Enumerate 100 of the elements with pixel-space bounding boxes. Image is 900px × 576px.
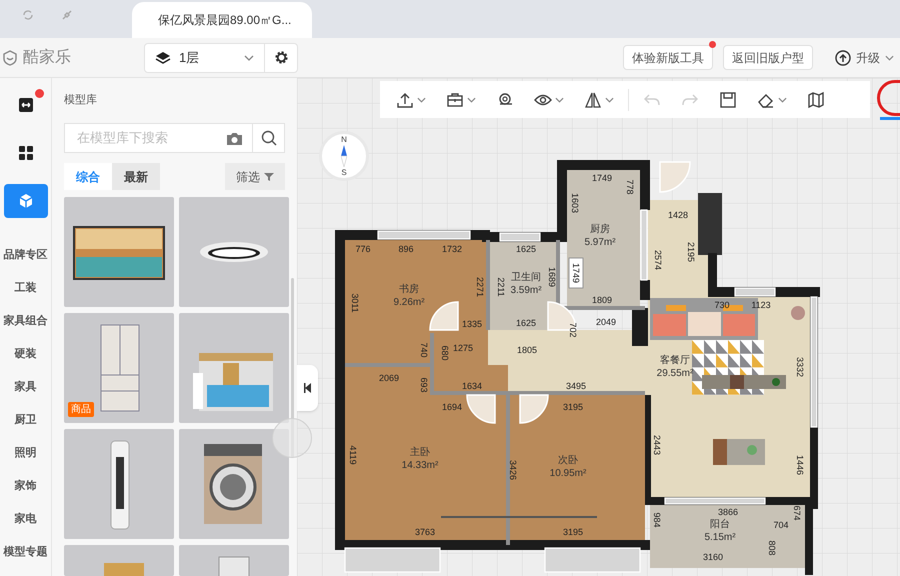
room-floor[interactable] bbox=[508, 395, 645, 542]
category-item[interactable]: 照明 bbox=[14, 443, 36, 463]
room-name: 次卧 bbox=[558, 455, 578, 466]
compass-needle-icon bbox=[341, 145, 347, 167]
window bbox=[640, 209, 648, 281]
product-tile[interactable] bbox=[64, 197, 174, 307]
product-tile[interactable] bbox=[179, 197, 289, 307]
filter-icon bbox=[264, 172, 274, 182]
dimension-label: 1275 bbox=[452, 343, 474, 353]
dimension-label: 1625 bbox=[516, 318, 536, 328]
dimension-label: 1335 bbox=[462, 319, 482, 329]
dimension-label: 2069 bbox=[378, 373, 400, 383]
dimension-label: 776 bbox=[355, 244, 371, 254]
dimension-label: 3160 bbox=[702, 552, 724, 562]
product-tile[interactable] bbox=[179, 313, 289, 423]
category-item[interactable]: 品牌专区 bbox=[4, 245, 48, 265]
product-tile[interactable] bbox=[179, 429, 289, 539]
category-item[interactable]: 工装 bbox=[14, 278, 36, 298]
category-item[interactable]: 硬装 bbox=[14, 344, 36, 364]
dimension-label: 1603 bbox=[570, 192, 580, 214]
category-item[interactable]: 家饰 bbox=[14, 476, 36, 496]
dimension-label: 3763 bbox=[414, 527, 436, 537]
product-tile[interactable] bbox=[64, 545, 174, 576]
door-swing bbox=[466, 394, 496, 424]
category-item[interactable]: 家具组合 bbox=[4, 311, 48, 331]
room-floor[interactable] bbox=[345, 365, 508, 542]
upgrade-menu[interactable]: 升级 bbox=[835, 48, 894, 66]
header-button[interactable]: 体验新版工具 bbox=[623, 45, 713, 70]
caret-icon bbox=[605, 96, 614, 102]
camera-icon[interactable] bbox=[226, 132, 243, 146]
dimension-label: 674 bbox=[792, 505, 802, 521]
caret-icon bbox=[244, 54, 254, 60]
dimension-label: 1805 bbox=[516, 345, 538, 355]
dimension-label: 704 bbox=[773, 520, 789, 530]
room-floor[interactable] bbox=[490, 240, 558, 330]
document-tab[interactable]: 保亿风景晨园89.00㎡G... bbox=[132, 2, 312, 38]
room-name: 客餐厅 bbox=[660, 355, 690, 366]
window bbox=[499, 232, 541, 242]
dimension-label: 2211 bbox=[496, 277, 506, 297]
product-badge: 商品 bbox=[68, 402, 94, 417]
dimension-label: 3495 bbox=[566, 381, 586, 391]
search-icon bbox=[260, 130, 276, 146]
collapse-button[interactable] bbox=[297, 365, 318, 411]
dimension-label: 1809 bbox=[592, 295, 612, 305]
upload-icon bbox=[835, 50, 851, 66]
mirror-icon bbox=[584, 90, 602, 108]
search-field[interactable]: 在模型库下搜索 bbox=[64, 122, 253, 153]
dimension-label: 1694 bbox=[442, 402, 462, 412]
dimension-label: 680 bbox=[440, 345, 450, 361]
room-floor[interactable] bbox=[345, 240, 488, 365]
dimension-label: 1446 bbox=[795, 454, 805, 476]
ceiling-light-drawing bbox=[200, 242, 268, 262]
dimension-label: 702 bbox=[568, 322, 578, 338]
dimension-label: 896 bbox=[398, 244, 414, 254]
product-tile[interactable] bbox=[179, 545, 289, 576]
wall bbox=[632, 308, 648, 346]
caret-icon bbox=[885, 54, 894, 60]
category-item[interactable]: 家电 bbox=[14, 509, 36, 529]
cabinet-drawing bbox=[104, 563, 144, 576]
product-tile[interactable] bbox=[64, 429, 174, 539]
wall bbox=[640, 280, 650, 300]
dimension-label: 3195 bbox=[562, 527, 584, 537]
room-floor[interactable] bbox=[650, 505, 805, 568]
dimension-label: 3866 bbox=[718, 507, 738, 517]
dimension-label: 1634 bbox=[462, 381, 482, 391]
room-floor[interactable] bbox=[567, 170, 640, 308]
dimension-input[interactable] bbox=[568, 258, 584, 288]
room-area: 10.95m² bbox=[550, 468, 586, 479]
dimension-label: 1689 bbox=[547, 266, 557, 288]
header-button[interactable]: 返回旧版户型 bbox=[723, 45, 813, 70]
dimension-label: 2195 bbox=[686, 242, 696, 262]
dimension-label: 693 bbox=[419, 377, 429, 393]
category-item[interactable]: 模型专题 bbox=[4, 542, 48, 562]
door-swing bbox=[659, 161, 691, 193]
room-area: 9.26m² bbox=[393, 297, 425, 308]
dimension-label: 2271 bbox=[475, 276, 485, 298]
room-area: 5.15m² bbox=[704, 532, 736, 543]
logo-icon bbox=[2, 50, 18, 66]
room-area: 5.97m² bbox=[584, 237, 616, 248]
category-item[interactable]: 厨卫 bbox=[14, 410, 36, 430]
library-tab[interactable]: 综合 bbox=[64, 163, 112, 190]
dimension-label: 1428 bbox=[668, 210, 688, 220]
category-item[interactable]: 家具 bbox=[14, 377, 36, 397]
dimension-label: 3426 bbox=[508, 460, 518, 480]
dimension-label: 3195 bbox=[562, 402, 584, 412]
caret-icon bbox=[555, 96, 564, 102]
active-indicator bbox=[880, 117, 900, 120]
dimension-label: 1749 bbox=[571, 262, 581, 284]
dimension-label: 4119 bbox=[348, 445, 358, 465]
dimension-label: 1749 bbox=[592, 173, 612, 183]
room-name: 主卧 bbox=[410, 447, 430, 458]
library-tab[interactable]: 最新 bbox=[112, 163, 160, 190]
dimension-label: 730 bbox=[714, 300, 730, 310]
filter-button[interactable]: 筛选 bbox=[225, 163, 285, 190]
door-swing bbox=[429, 301, 459, 331]
search-button[interactable] bbox=[253, 122, 285, 153]
door-swing bbox=[519, 394, 549, 424]
save-icon bbox=[719, 90, 737, 108]
panel-title: 模型库 bbox=[64, 92, 97, 108]
appliance-drawing bbox=[218, 556, 250, 576]
